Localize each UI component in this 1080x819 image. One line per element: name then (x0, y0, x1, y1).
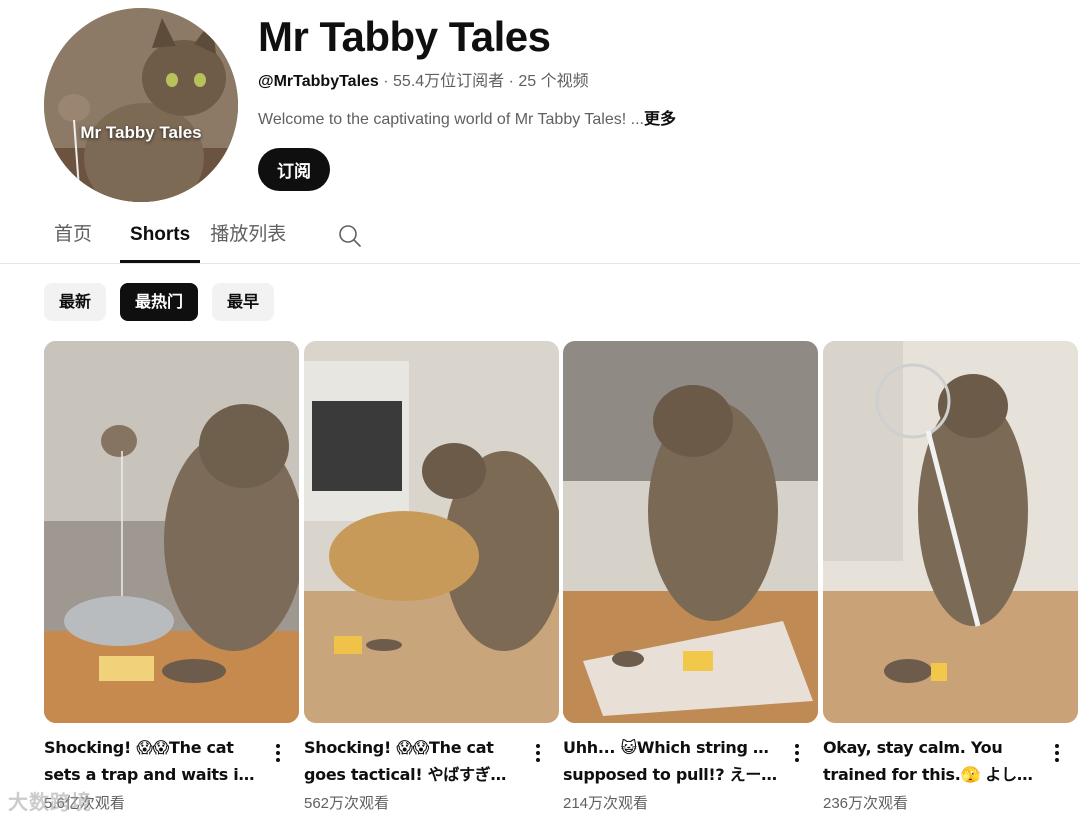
more-link[interactable]: 更多 (644, 111, 676, 128)
short-card: Shocking! 😱😱The cat goes tactical! やばすぎ！… (304, 341, 559, 812)
sort-chips: 最新 最热门 最早 (44, 283, 275, 321)
title-line: trained for this.🫣 よし、... (823, 765, 1039, 784)
description-text: Welcome to the captivating world of Mr T… (258, 111, 644, 128)
more-vert-icon[interactable] (1045, 741, 1069, 765)
channel-meta: @MrTabbyTales · 55.4万位订阅者 · 25 个视频 (258, 72, 589, 92)
watermark: 大数跨境 (8, 792, 92, 814)
title-line: Uhh... 😺Which string am I (563, 738, 779, 757)
meta-separator: · (378, 73, 394, 90)
thumbnail-image (563, 341, 818, 723)
channel-avatar[interactable]: Mr Tabby Tales (44, 8, 238, 202)
subscribe-button[interactable]: 订阅 (258, 148, 330, 191)
short-thumbnail[interactable] (44, 341, 299, 723)
chip-oldest[interactable]: 最早 (212, 283, 275, 321)
more-vert-icon[interactable] (526, 741, 550, 765)
tabs-divider (0, 263, 1080, 264)
video-count: 25 个视频 (518, 73, 589, 90)
meta-separator: · (504, 73, 519, 90)
thumbnail-image (304, 341, 559, 723)
short-thumbnail[interactable] (563, 341, 818, 723)
short-title[interactable]: Uhh... 😺Which string am I supposed to pu… (563, 734, 779, 788)
short-title[interactable]: Shocking! 😱😱The cat sets a trap and wait… (44, 734, 260, 788)
short-card: Shocking! 😱😱The cat sets a trap and wait… (44, 341, 299, 812)
title-line: Okay, stay calm. You (823, 738, 1003, 757)
more-vert-icon[interactable] (785, 741, 809, 765)
thumbnail-image (44, 341, 299, 723)
title-line: Shocking! 😱😱The cat (304, 738, 494, 757)
short-title[interactable]: Okay, stay calm. You trained for this.🫣 … (823, 734, 1039, 788)
avatar-logo-text: Mr Tabby Tales (80, 123, 202, 142)
short-thumbnail[interactable] (823, 341, 1078, 723)
thumbnail-image (823, 341, 1078, 723)
avatar-cat-image (44, 8, 238, 202)
shorts-grid: Shocking! 😱😱The cat sets a trap and wait… (44, 341, 1080, 819)
title-line: sets a trap and waits in ... (44, 765, 260, 784)
channel-tabs: 首页 Shorts 播放列表 (44, 212, 361, 264)
view-count: 562万次观看 (304, 795, 390, 812)
view-count: 214万次观看 (563, 795, 649, 812)
short-thumbnail[interactable] (304, 341, 559, 723)
more-vert-icon[interactable] (266, 741, 290, 765)
search-icon[interactable] (338, 224, 362, 248)
subscriber-count: 55.4万位订阅者 (393, 73, 505, 90)
title-line: Shocking! 😱😱The cat (44, 738, 234, 757)
tab-shorts[interactable]: Shorts (120, 212, 201, 263)
short-title[interactable]: Shocking! 😱😱The cat goes tactical! やばすぎ！… (304, 734, 520, 788)
tab-home[interactable]: 首页 (44, 212, 102, 258)
chip-latest[interactable]: 最新 (44, 283, 107, 321)
channel-handle[interactable]: @MrTabbyTales (258, 73, 379, 90)
title-line: supposed to pull!? えーど... (563, 765, 779, 784)
chip-popular[interactable]: 最热门 (120, 283, 199, 321)
tab-playlists[interactable]: 播放列表 (200, 212, 296, 258)
short-card: Uhh... 😺Which string am I supposed to pu… (563, 341, 818, 812)
channel-description[interactable]: Welcome to the captivating world of Mr T… (258, 110, 676, 130)
view-count: 236万次观看 (823, 795, 909, 812)
title-line: goes tactical! やばすぎ！ ... (304, 765, 520, 784)
short-card: Okay, stay calm. You trained for this.🫣 … (823, 341, 1078, 812)
channel-name: Mr Tabby Tales (258, 13, 551, 60)
